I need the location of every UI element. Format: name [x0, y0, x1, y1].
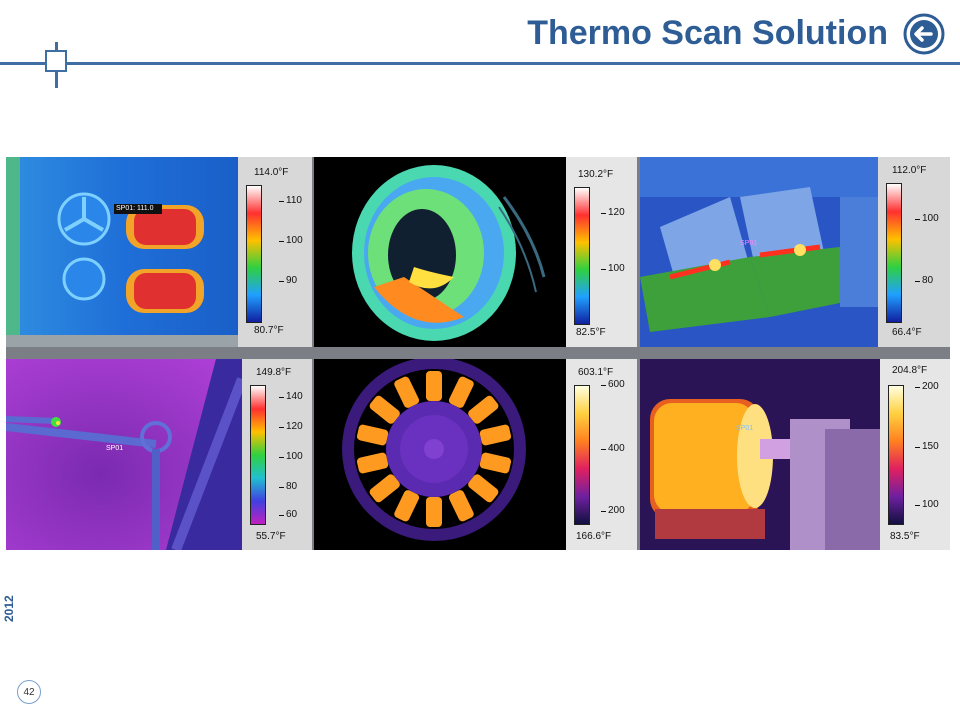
- scale-min-label: 82.5°F: [576, 327, 606, 338]
- thermal-image-transformer-coils: [6, 157, 238, 347]
- scale-max-label: 603.1°F: [578, 367, 614, 378]
- arrow-left-circle-icon: [903, 13, 945, 55]
- scale-max-label: 204.8°F: [892, 365, 928, 376]
- stator-tooth: [426, 371, 442, 401]
- scale-tick: 90: [278, 275, 298, 286]
- page-number-badge: 42: [17, 680, 41, 704]
- scale-tick: 400: [601, 443, 625, 454]
- scale-tick: 100: [601, 263, 625, 274]
- header-rule: [0, 62, 960, 65]
- scale-tick: 60: [278, 509, 298, 520]
- thermal-panel-wire-coil: 130.2°F 120 100 82.5°F: [314, 157, 637, 347]
- color-scale-bar: [574, 385, 590, 525]
- scale-min-label: 80.7°F: [254, 325, 284, 336]
- color-scale-bar: [886, 183, 902, 323]
- temperature-scale: 149.8°F 140 120 100 80 60 55.7°F: [242, 359, 312, 550]
- scale-tick: 80: [278, 481, 298, 492]
- temperature-scale: 114.0°F 110 100 90 80.7°F: [238, 157, 312, 347]
- scale-tick: 110: [279, 195, 302, 206]
- spot-marker-label: SP01: [740, 240, 758, 247]
- spot-marker-label: SP01: [106, 445, 124, 452]
- thermal-image-circuit-boards: [640, 157, 878, 347]
- color-scale-bar: [888, 385, 904, 525]
- scale-min-label: 66.4°F: [892, 327, 922, 338]
- scale-tick: 140: [279, 391, 303, 402]
- color-scale-bar: [246, 185, 262, 323]
- scale-min-label: 83.5°F: [890, 531, 920, 542]
- temperature-scale: 603.1°F 600 400 200 166.6°F: [566, 359, 637, 550]
- thermal-panel-pipe-valve: SP01 149.8°F 140 120 100 80 60 55.7°F: [6, 359, 312, 550]
- scale-tick: 200: [601, 505, 625, 516]
- corner-square-ornament: [45, 50, 67, 72]
- year-label: 2012: [2, 595, 16, 622]
- stator-tooth: [426, 497, 442, 527]
- scale-tick: 100: [915, 213, 939, 224]
- scale-tick: 100: [915, 499, 939, 510]
- thermal-image-wire-coil: [314, 157, 566, 347]
- color-scale-bar: [574, 187, 590, 325]
- scale-tick: 150: [915, 441, 939, 452]
- page-title: Thermo Scan Solution: [527, 14, 888, 52]
- thermal-image-grid: SP01: 111.0 114.0°F 110 100 90 80.7°F 13…: [6, 157, 950, 550]
- thermal-panel-transformer-coils: SP01: 111.0 114.0°F 110 100 90 80.7°F: [6, 157, 312, 347]
- thermal-panel-circuit-boards: SP01 112.0°F 100 80 66.4°F: [640, 157, 950, 347]
- scale-tick: 100: [279, 235, 303, 246]
- thermal-image-motor: [640, 359, 880, 550]
- spot-marker-label: SP01: [736, 425, 754, 432]
- scale-tick: 600: [601, 379, 625, 390]
- back-button[interactable]: [902, 12, 946, 56]
- scale-tick: 100: [279, 451, 303, 462]
- scale-min-label: 166.6°F: [576, 531, 612, 542]
- scale-min-label: 55.7°F: [256, 531, 286, 542]
- scale-max-label: 114.0°F: [254, 167, 289, 178]
- thermal-image-stator: [314, 359, 566, 550]
- color-scale-bar: [250, 385, 266, 525]
- scale-max-label: 149.8°F: [256, 367, 292, 378]
- thermal-panel-stator: 603.1°F 600 400 200 166.6°F: [314, 359, 637, 550]
- scale-tick: 120: [279, 421, 303, 432]
- spot-marker-label: SP01: 111.0: [116, 205, 154, 212]
- thermal-image-pipe-valve: [6, 359, 242, 550]
- scale-tick: 200: [915, 381, 939, 392]
- scale-max-label: 112.0°F: [892, 165, 927, 176]
- temperature-scale: 112.0°F 100 80 66.4°F: [878, 157, 950, 347]
- temperature-scale: 204.8°F 200 150 100 83.5°F: [880, 359, 950, 550]
- thermal-panel-motor: SP01 204.8°F 200 150 100 83.5°F: [640, 359, 950, 550]
- scale-tick: 80: [914, 275, 934, 286]
- temperature-scale: 130.2°F 120 100 82.5°F: [566, 157, 637, 347]
- scale-tick: 120: [601, 207, 625, 218]
- scale-max-label: 130.2°F: [578, 169, 614, 180]
